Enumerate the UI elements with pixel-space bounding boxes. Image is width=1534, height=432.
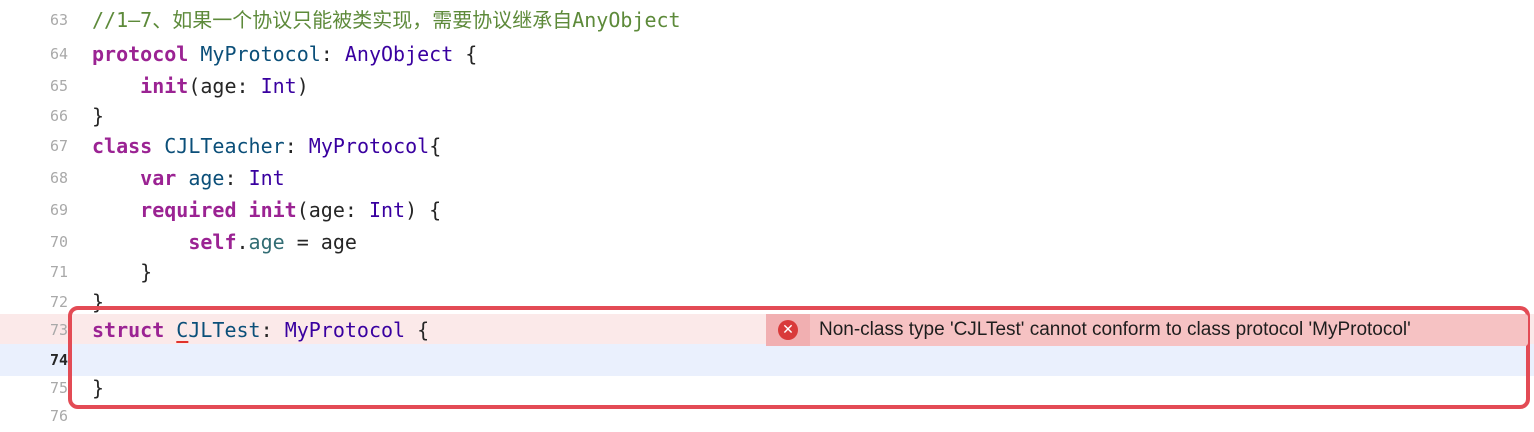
code-token: age: [188, 166, 225, 190]
error-banner[interactable]: ✕ Non-class type 'CJLTest' cannot confor…: [766, 314, 1528, 346]
code-token: }: [92, 104, 105, 128]
code-token: {: [429, 134, 442, 158]
code-token: = age: [284, 230, 357, 254]
code-token: init: [140, 74, 189, 98]
code-token: //1–7、如果一个协议只能被类实现，需要协议继承自AnyObject: [92, 8, 681, 32]
code-text[interactable]: }: [92, 100, 104, 132]
line-number: 64: [49, 45, 68, 63]
line-number: 76: [49, 407, 68, 425]
line-number: 68: [49, 169, 68, 187]
code-line[interactable]: 66}: [0, 100, 1534, 132]
code-token: :: [284, 134, 309, 158]
code-line[interactable]: 65 init(age: Int): [0, 70, 1534, 102]
code-text[interactable]: var age: Int: [92, 162, 285, 194]
code-token: class: [92, 134, 153, 158]
code-text[interactable]: }: [92, 256, 152, 288]
code-line[interactable]: 70 self.age = age: [0, 226, 1534, 258]
code-line[interactable]: 69 required init(age: Int) {: [0, 194, 1534, 226]
line-number: 66: [49, 107, 68, 125]
error-x-icon[interactable]: ✕: [766, 314, 810, 346]
code-text[interactable]: //1–7、如果一个协议只能被类实现，需要协议继承自AnyObject: [92, 4, 681, 36]
line-number: 73: [49, 321, 68, 339]
code-line[interactable]: 63 //1–7、如果一个协议只能被类实现，需要协议继承自AnyObject: [0, 4, 1534, 36]
code-token: var: [140, 166, 177, 190]
code-token: Int: [248, 166, 285, 190]
error-message: Non-class type 'CJLTest' cannot conform …: [819, 319, 1411, 340]
code-token: Int: [368, 198, 406, 222]
code-line[interactable]: 71 }: [0, 256, 1534, 288]
code-token: AnyObject: [344, 42, 454, 66]
code-token: age: [248, 230, 285, 254]
code-line[interactable]: 67 class CJLTeacher: MyProtocol{: [0, 130, 1534, 162]
code-token: (age:: [188, 74, 261, 98]
code-text[interactable]: self.age = age: [92, 226, 357, 258]
code-token: MyProtocol: [308, 134, 430, 158]
code-token: MyProtocol: [200, 42, 321, 66]
code-token: :: [320, 42, 345, 66]
line-number: 70: [49, 233, 68, 251]
code-token: init: [248, 198, 297, 222]
code-token: :: [224, 166, 249, 190]
line-number: 65: [49, 77, 68, 95]
code-token: self: [188, 230, 237, 254]
line-number: 67: [49, 137, 68, 155]
code-line[interactable]: 64 protocol MyProtocol: AnyObject {: [0, 38, 1534, 70]
code-text[interactable]: protocol MyProtocol: AnyObject {: [92, 38, 477, 70]
line-number: 69: [49, 201, 68, 219]
code-token: ) {: [405, 198, 442, 222]
code-text[interactable]: class CJLTeacher: MyProtocol{: [92, 130, 441, 162]
line-number: 71: [49, 263, 68, 281]
code-text[interactable]: required init(age: Int) {: [92, 194, 441, 226]
line-number: 63: [49, 11, 68, 29]
code-token: (age:: [296, 198, 369, 222]
code-token: Int: [260, 74, 297, 98]
error-icon-glyph: ✕: [778, 320, 798, 340]
code-token: protocol: [92, 42, 189, 66]
code-token: CJLTeacher: [164, 134, 285, 158]
code-text[interactable]: init(age: Int): [92, 70, 309, 102]
code-token: required: [140, 198, 237, 222]
code-token: {: [453, 42, 478, 66]
code-token: }: [92, 260, 153, 284]
code-token: ): [296, 74, 309, 98]
code-line[interactable]: 68 var age: Int: [0, 162, 1534, 194]
code-token: .: [236, 230, 249, 254]
